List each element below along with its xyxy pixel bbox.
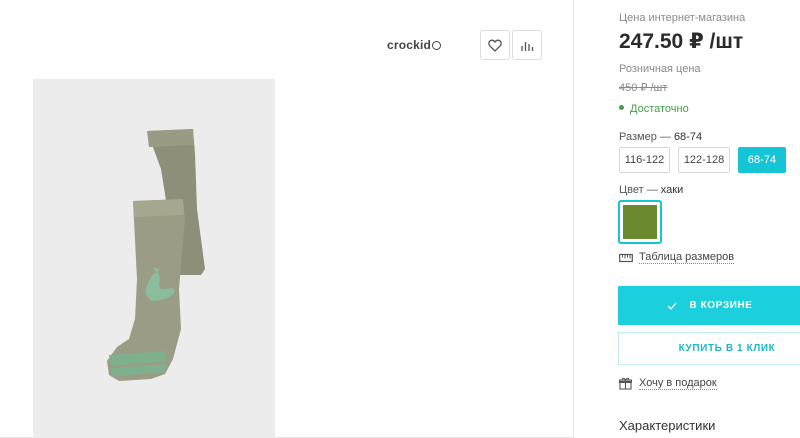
online-price: 247.50 ₽ /шт [619, 30, 744, 53]
gift-label: Хочу в подарок [639, 377, 717, 390]
online-price-label: Цена интернет-магазина [619, 12, 746, 24]
size-label: Размер — 68-74 [619, 131, 702, 143]
stock-dot-icon [619, 105, 624, 110]
gift-icon [619, 377, 632, 390]
check-icon [667, 302, 677, 310]
brand-name: crockid [387, 38, 432, 52]
size-option-68-74[interactable]: 68-74 [738, 147, 786, 173]
in-cart-button[interactable]: В КОРЗИНЕ [618, 286, 800, 325]
size-options: 116-122 122-128 68-74 [619, 147, 786, 173]
size-option-116-122[interactable]: 116-122 [619, 147, 670, 173]
product-details-panel: Цена интернет-магазина 247.50 ₽ /шт Розн… [574, 0, 800, 438]
wishlist-gift-link[interactable]: Хочу в подарок [619, 377, 717, 390]
color-separator: — [646, 184, 658, 196]
size-table-label: Таблица размеров [639, 251, 735, 264]
tights-illustration [107, 129, 205, 381]
brand-mark-icon [432, 41, 442, 50]
color-label-text: Цвет [619, 184, 644, 196]
stock-status-text: Достаточно [630, 103, 689, 115]
specs-heading: Характеристики [619, 418, 716, 433]
product-gallery-panel: crockid [0, 0, 574, 438]
retail-price-label: Розничная цена [619, 63, 701, 75]
size-selected-value: 68-74 [673, 131, 703, 143]
color-swatch-fill [623, 205, 657, 239]
heart-icon [488, 39, 502, 52]
stock-status: Достаточно [619, 103, 689, 115]
bar-chart-icon [521, 41, 534, 51]
retail-price: 450 ₽ /шт [619, 82, 668, 94]
in-cart-label: В КОРЗИНЕ [689, 300, 753, 311]
size-separator: — [659, 131, 671, 143]
compare-button[interactable] [512, 30, 542, 60]
buy-one-click-button[interactable]: КУПИТЬ В 1 КЛИК [618, 332, 800, 365]
favorite-button[interactable] [480, 30, 510, 60]
product-image[interactable] [33, 79, 275, 438]
ruler-icon [619, 253, 633, 262]
color-selected-value: хаки [660, 184, 684, 196]
size-option-122-128[interactable]: 122-128 [678, 147, 730, 173]
color-swatch-khaki[interactable] [618, 200, 662, 244]
brand-logo[interactable]: crockid [387, 38, 442, 52]
size-table-link[interactable]: Таблица размеров [619, 251, 735, 264]
color-label: Цвет — хаки [619, 184, 683, 196]
size-label-text: Размер [619, 131, 657, 143]
